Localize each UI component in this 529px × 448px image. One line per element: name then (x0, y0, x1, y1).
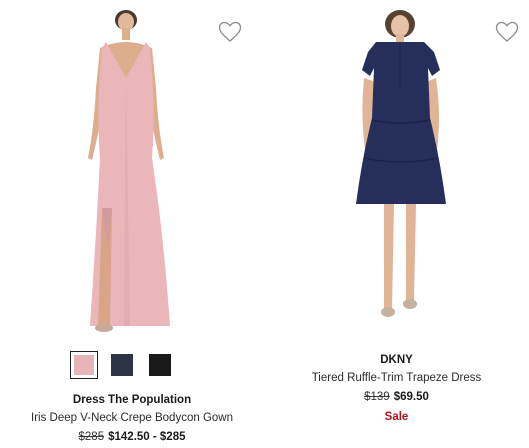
product-card: Dress The Population Iris Deep V-Neck Cr… (0, 0, 264, 448)
sale-badge: Sale (384, 411, 409, 423)
product-grid: Dress The Population Iris Deep V-Neck Cr… (0, 0, 529, 448)
product-name[interactable]: Iris Deep V-Neck Crepe Bodycon Gown (0, 409, 264, 428)
color-swatches (70, 351, 174, 379)
product-image[interactable] (60, 8, 200, 338)
color-swatch-black[interactable] (146, 351, 174, 379)
color-swatch-navy[interactable] (108, 351, 136, 379)
product-price: $285 $142.50 - $285 (0, 428, 264, 447)
original-price: $285 (78, 431, 105, 443)
heart-icon[interactable] (495, 21, 519, 43)
original-price: $139 (364, 391, 390, 403)
swatch-fill (111, 354, 133, 376)
color-swatch-pink[interactable] (70, 351, 98, 379)
product-card: DKNY Tiered Ruffle-Trim Trapeze Dress $1… (264, 0, 529, 448)
product-image[interactable] (336, 8, 466, 338)
product-name[interactable]: Tiered Ruffle-Trim Trapeze Dress (264, 369, 529, 388)
heart-icon[interactable] (218, 21, 242, 43)
sale-price: $142.50 - $285 (108, 431, 186, 443)
product-brand[interactable]: Dress The Population (0, 392, 264, 409)
swatch-fill (149, 354, 171, 376)
sale-price: $69.50 (393, 391, 429, 403)
product-info: Dress The Population Iris Deep V-Neck Cr… (0, 392, 264, 447)
product-brand[interactable]: DKNY (264, 352, 529, 369)
product-info: DKNY Tiered Ruffle-Trim Trapeze Dress $1… (264, 352, 529, 427)
product-price: $139 $69.50 (264, 388, 529, 407)
swatch-fill (74, 355, 94, 375)
